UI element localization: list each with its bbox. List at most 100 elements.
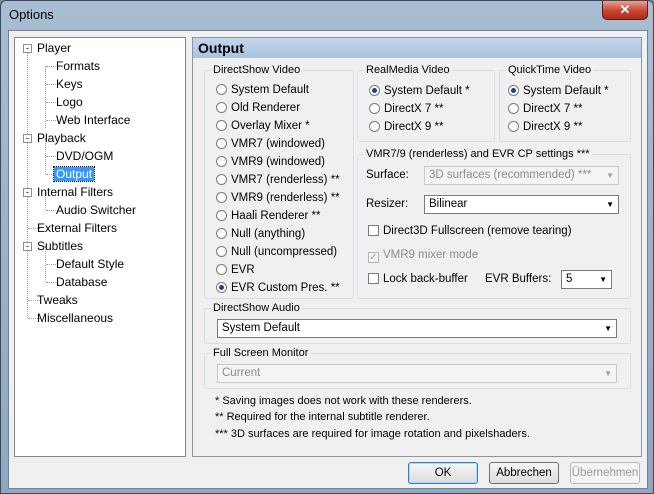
checkbox-icon: [368, 273, 379, 284]
collapse-icon[interactable]: -: [23, 44, 32, 53]
checkbox-label: Direct3D Fullscreen (remove tearing): [383, 225, 572, 237]
tree-item-label: Subtitles: [37, 239, 84, 253]
radio-label: VMR9 (windowed): [231, 156, 325, 168]
d3d-fullscreen-checkbox[interactable]: Direct3D Fullscreen (remove tearing): [368, 223, 572, 239]
radio-label: VMR7 (renderless) **: [231, 174, 340, 186]
radio-icon: [216, 228, 227, 239]
evr-buffers-dropdown[interactable]: 5 ▼: [561, 270, 612, 289]
radio-overlay-mixer[interactable]: Overlay Mixer *: [216, 118, 310, 134]
tree-item-label: Logo: [56, 95, 83, 109]
vmr-evr-settings-group: VMR7/9 (renderless) and EVR CP settings …: [357, 147, 631, 299]
tree-item-playback[interactable]: Playback: [35, 130, 88, 147]
title-bar[interactable]: Options ✕: [1, 1, 653, 29]
tree-item-internal-filters[interactable]: Internal Filters: [35, 184, 115, 201]
radio-icon: [216, 282, 227, 293]
collapse-icon[interactable]: -: [23, 134, 32, 143]
checkbox-icon: [368, 225, 379, 236]
radio-qt-directx9[interactable]: DirectX 9 **: [508, 119, 582, 135]
cancel-button[interactable]: Abbrechen: [489, 462, 559, 484]
radio-vmr7-windowed[interactable]: VMR7 (windowed): [216, 136, 325, 152]
radio-label: Null (anything): [231, 228, 306, 240]
radio-null-uncompressed[interactable]: Null (uncompressed): [216, 244, 337, 260]
tree-item-default-style[interactable]: Default Style: [54, 256, 126, 273]
radio-vmr9-windowed[interactable]: VMR9 (windowed): [216, 154, 325, 170]
radio-icon: [216, 174, 227, 185]
radio-icon: [216, 156, 227, 167]
monitor-value: Current: [222, 367, 261, 379]
vmr9-mixer-checkbox[interactable]: ✓ VMR9 mixer mode: [368, 247, 478, 263]
group-title: DirectShow Video: [211, 63, 303, 77]
monitor-dropdown[interactable]: Current ▼: [217, 364, 617, 383]
ok-button[interactable]: OK: [408, 462, 478, 484]
radio-old-renderer[interactable]: Old Renderer: [216, 100, 300, 116]
radio-rm-system-default[interactable]: System Default *: [369, 83, 470, 99]
group-title: RealMedia Video: [364, 63, 452, 77]
tree-item-database[interactable]: Database: [54, 274, 109, 291]
radio-qt-directx7[interactable]: DirectX 7 **: [508, 101, 582, 117]
radio-label: Old Renderer: [231, 102, 301, 114]
radio-label: VMR7 (windowed): [231, 138, 325, 150]
tree-item-keys[interactable]: Keys: [54, 76, 85, 93]
evr-buffers-label: EVR Buffers:: [485, 273, 552, 285]
radio-rm-directx7[interactable]: DirectX 7 **: [369, 101, 443, 117]
radio-icon: [508, 121, 519, 132]
options-tree: - - - - Player Formats Keys Logo Web Int…: [14, 37, 186, 457]
tree-item-label: Default Style: [56, 257, 125, 271]
surface-value: 3D surfaces (recommended) ***: [429, 169, 592, 181]
chevron-down-icon: ▼: [604, 324, 612, 333]
panel-title: Output: [198, 40, 244, 56]
tree-connector: [27, 48, 28, 318]
footnote: ** Required for the internal subtitle re…: [215, 411, 430, 423]
tree-item-label: Formats: [56, 59, 101, 73]
surface-dropdown[interactable]: 3D surfaces (recommended) *** ▼: [424, 166, 619, 185]
tree-item-output[interactable]: Output: [52, 166, 96, 183]
resizer-dropdown[interactable]: Bilinear ▼: [424, 195, 619, 214]
tree-item-logo[interactable]: Logo: [54, 94, 85, 111]
chevron-down-icon: ▼: [599, 275, 607, 284]
lock-back-buffer-checkbox[interactable]: Lock back-buffer: [368, 271, 468, 287]
radio-haali-renderer[interactable]: Haali Renderer **: [216, 208, 321, 224]
tree-item-label: Web Interface: [56, 113, 131, 127]
tree-item-subtitles[interactable]: Subtitles: [35, 238, 85, 255]
close-button[interactable]: ✕: [602, 1, 648, 20]
directshow-audio-group: DirectShow Audio System Default ▼: [204, 301, 631, 344]
tree-item-dvd-ogm[interactable]: DVD/OGM: [54, 148, 115, 165]
tree-item-audio-switcher[interactable]: Audio Switcher: [54, 202, 138, 219]
surface-label: Surface:: [366, 169, 409, 181]
radio-icon: [216, 84, 227, 95]
radio-icon: [369, 121, 380, 132]
radio-rm-directx9[interactable]: DirectX 9 **: [369, 119, 443, 135]
radio-evr-custom-pres[interactable]: EVR Custom Pres. **: [216, 280, 340, 296]
radio-vmr9-renderless[interactable]: VMR9 (renderless) **: [216, 190, 340, 206]
radio-label: EVR Custom Pres. **: [231, 282, 340, 294]
radio-null-anything[interactable]: Null (anything): [216, 226, 305, 242]
audio-renderer-dropdown[interactable]: System Default ▼: [217, 319, 617, 338]
evr-buffers-value: 5: [566, 273, 573, 285]
radio-label: System Default *: [384, 85, 470, 97]
tree-item-formats[interactable]: Formats: [54, 58, 102, 75]
radio-qt-system-default[interactable]: System Default *: [508, 83, 609, 99]
tree-item-miscellaneous[interactable]: Miscellaneous: [35, 310, 115, 327]
tree-item-player[interactable]: Player: [35, 40, 73, 57]
close-icon: ✕: [619, 2, 631, 17]
radio-system-default[interactable]: System Default: [216, 82, 309, 98]
footnote: *** 3D surfaces are required for image r…: [215, 428, 530, 440]
radio-evr[interactable]: EVR: [216, 262, 255, 278]
chevron-down-icon: ▼: [606, 200, 614, 209]
radio-vmr7-renderless[interactable]: VMR7 (renderless) **: [216, 172, 340, 188]
radio-icon: [369, 103, 380, 114]
tree-item-web-interface[interactable]: Web Interface: [54, 112, 132, 129]
tree-item-external-filters[interactable]: External Filters: [35, 220, 119, 237]
radio-label: EVR: [231, 264, 255, 276]
tree-item-tweaks[interactable]: Tweaks: [35, 292, 80, 309]
collapse-icon[interactable]: -: [23, 242, 32, 251]
apply-button[interactable]: Übernehmen: [570, 462, 640, 484]
resizer-label: Resizer:: [366, 198, 409, 210]
tree-item-label: Miscellaneous: [37, 311, 114, 325]
options-window: Options ✕ - - - - Player Formats Keys Lo…: [0, 0, 654, 494]
radio-label: DirectX 7 **: [523, 103, 583, 115]
tree-item-label: Internal Filters: [37, 185, 114, 199]
collapse-icon[interactable]: -: [23, 188, 32, 197]
radio-icon: [216, 138, 227, 149]
group-title: VMR7/9 (renderless) and EVR CP settings …: [364, 147, 592, 161]
